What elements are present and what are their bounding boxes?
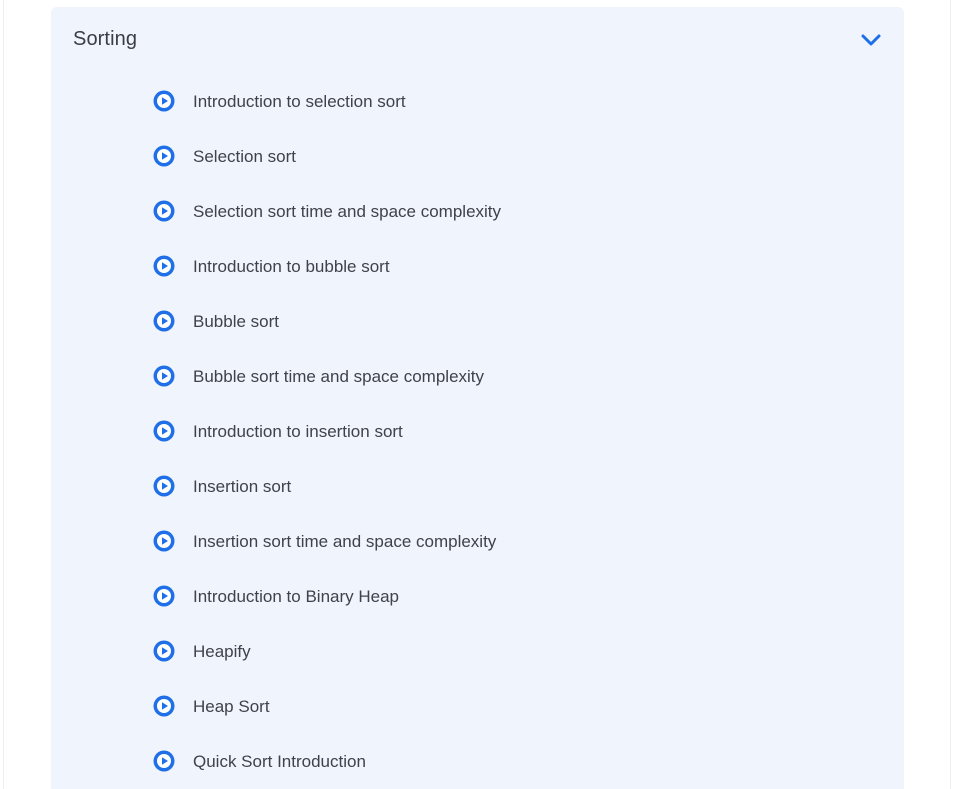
page-border-left [3, 0, 4, 789]
section-title: Sorting [73, 28, 138, 50]
lesson-title[interactable]: Heapify [193, 642, 251, 662]
lesson-title[interactable]: Insertion sort time and space complexity [193, 532, 496, 552]
lesson-title[interactable]: Introduction to insertion sort [193, 422, 403, 442]
course-content-page: Sorting Introduction to selection sort Se… [0, 0, 954, 789]
lesson-title[interactable]: Selection sort [193, 147, 296, 167]
lesson-item[interactable]: Introduction to Binary Heap [51, 569, 904, 624]
page-border-right [950, 0, 951, 789]
lesson-item[interactable]: Introduction to insertion sort [51, 404, 904, 459]
play-circle-icon[interactable] [153, 640, 175, 662]
lesson-item[interactable]: Insertion sort [51, 459, 904, 514]
lesson-title[interactable]: Bubble sort [193, 312, 279, 332]
play-circle-icon[interactable] [153, 420, 175, 442]
play-circle-icon[interactable] [153, 475, 175, 497]
lesson-title[interactable]: Bubble sort time and space complexity [193, 367, 484, 387]
lesson-item[interactable]: Selection sort [51, 129, 904, 184]
lesson-title[interactable]: Introduction to bubble sort [193, 257, 390, 277]
lesson-item[interactable]: Introduction to selection sort [51, 74, 904, 129]
lesson-title[interactable]: Insertion sort [193, 477, 291, 497]
lesson-title[interactable]: Quick Sort Introduction [193, 752, 366, 772]
play-circle-icon[interactable] [153, 255, 175, 277]
lesson-item[interactable]: Bubble sort time and space complexity [51, 349, 904, 404]
lesson-title[interactable]: Introduction to selection sort [193, 92, 406, 112]
play-circle-icon[interactable] [153, 200, 175, 222]
play-circle-icon[interactable] [153, 530, 175, 552]
play-circle-icon[interactable] [153, 90, 175, 112]
play-circle-icon[interactable] [153, 750, 175, 772]
lesson-item[interactable]: Quick Sort Introduction [51, 734, 904, 789]
section-header[interactable]: Sorting [51, 7, 904, 75]
lesson-list: Introduction to selection sort Selection … [51, 74, 904, 789]
lesson-item[interactable]: Heapify [51, 624, 904, 679]
play-circle-icon[interactable] [153, 310, 175, 332]
lesson-title[interactable]: Heap Sort [193, 697, 270, 717]
play-circle-icon[interactable] [153, 585, 175, 607]
lesson-item[interactable]: Heap Sort [51, 679, 904, 734]
lesson-item[interactable]: Selection sort time and space complexity [51, 184, 904, 239]
chevron-down-icon[interactable] [859, 31, 883, 49]
sorting-section-accordion: Sorting Introduction to selection sort Se… [51, 7, 904, 789]
lesson-item[interactable]: Bubble sort [51, 294, 904, 349]
play-circle-icon[interactable] [153, 365, 175, 387]
lesson-item[interactable]: Insertion sort time and space complexity [51, 514, 904, 569]
play-circle-icon[interactable] [153, 695, 175, 717]
play-circle-icon[interactable] [153, 145, 175, 167]
lesson-item[interactable]: Introduction to bubble sort [51, 239, 904, 294]
lesson-title[interactable]: Selection sort time and space complexity [193, 202, 501, 222]
lesson-title[interactable]: Introduction to Binary Heap [193, 587, 399, 607]
